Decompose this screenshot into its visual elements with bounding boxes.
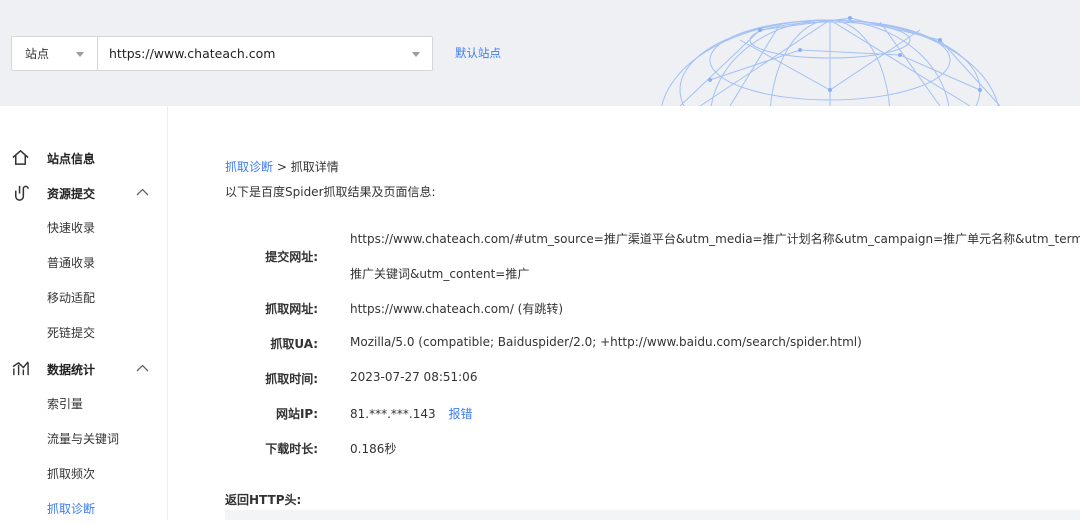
sidebar-item-label: 资源提交 bbox=[47, 186, 96, 201]
crawled-url-label: 抓取网址: bbox=[265, 302, 318, 316]
globe-network-decoration bbox=[661, 16, 1001, 106]
http-header-box bbox=[225, 510, 1080, 520]
site-selector[interactable]: 站点 https://www.chateach.com bbox=[11, 36, 433, 71]
breadcrumb-separator: > bbox=[276, 160, 287, 174]
sidebar-item-label: 移动适配 bbox=[47, 290, 96, 305]
site-type-dropdown[interactable]: 站点 bbox=[12, 37, 98, 70]
home-icon bbox=[12, 149, 29, 165]
site-ip-value: 81.***.***.143 bbox=[350, 407, 436, 421]
sidebar-item-dead-link[interactable]: 死链提交 bbox=[0, 317, 168, 347]
sidebar: 站点信息 资源提交 快速收录 普通收录 移动适配 死链提交 数据统计 索引量 流… bbox=[0, 106, 168, 520]
stats-chart-icon bbox=[12, 361, 29, 376]
main-content: 抓取诊断 > 抓取详情 以下是百度Spider抓取结果及页面信息: 提交网址: … bbox=[169, 106, 1080, 520]
chevron-up-icon[interactable] bbox=[136, 187, 149, 197]
submitted-url-label: 提交网址: bbox=[265, 250, 318, 264]
sidebar-item-label: 站点信息 bbox=[47, 151, 96, 166]
report-error-link[interactable]: 报错 bbox=[448, 407, 472, 421]
crawl-ua-label: 抓取UA: bbox=[270, 337, 318, 351]
sidebar-item-label: 普通收录 bbox=[47, 255, 96, 270]
submitted-url-value-line1: https://www.chateach.com/#utm_source=推广渠… bbox=[350, 232, 1080, 246]
crawl-ua-value: Mozilla/5.0 (compatible; Baiduspider/2.0… bbox=[350, 335, 862, 349]
site-ip-row: 81.***.***.143 报错 bbox=[350, 405, 472, 422]
sidebar-item-data-stats[interactable]: 数据统计 bbox=[0, 354, 168, 384]
sidebar-item-crawl-diagnosis[interactable]: 抓取诊断 bbox=[0, 493, 168, 523]
download-duration-label: 下载时长: bbox=[265, 442, 318, 456]
breadcrumb-current: 抓取详情 bbox=[290, 160, 339, 174]
crawled-url-value: https://www.chateach.com/ (有跳转) bbox=[350, 302, 564, 316]
sidebar-item-traffic-keywords[interactable]: 流量与关键词 bbox=[0, 423, 168, 453]
site-url-value: https://www.chateach.com bbox=[109, 46, 276, 61]
resource-submit-icon bbox=[14, 185, 29, 201]
sidebar-item-label: 数据统计 bbox=[47, 362, 96, 377]
caret-down-icon bbox=[76, 52, 84, 57]
sidebar-item-label: 抓取诊断 bbox=[47, 501, 96, 516]
sidebar-item-label: 死链提交 bbox=[47, 325, 96, 340]
sidebar-item-label: 索引量 bbox=[47, 396, 84, 411]
sidebar-item-label: 流量与关键词 bbox=[47, 431, 120, 446]
chevron-up-icon[interactable] bbox=[136, 363, 149, 373]
sidebar-item-quick-index[interactable]: 快速收录 bbox=[0, 212, 168, 242]
crawl-time-value: 2023-07-27 08:51:06 bbox=[350, 370, 478, 384]
sidebar-item-normal-index[interactable]: 普通收录 bbox=[0, 247, 168, 277]
intro-text: 以下是百度Spider抓取结果及页面信息: bbox=[225, 185, 436, 199]
top-bar: 站点 https://www.chateach.com 默认站点 bbox=[0, 0, 1080, 106]
default-site-link[interactable]: 默认站点 bbox=[455, 45, 501, 61]
breadcrumb-link-crawl-diagnosis[interactable]: 抓取诊断 bbox=[225, 160, 273, 174]
sidebar-item-mobile-adapt[interactable]: 移动适配 bbox=[0, 282, 168, 312]
sidebar-item-crawl-frequency[interactable]: 抓取频次 bbox=[0, 458, 168, 488]
sidebar-item-resource-submit[interactable]: 资源提交 bbox=[0, 178, 168, 208]
sidebar-item-index-volume[interactable]: 索引量 bbox=[0, 388, 168, 418]
submitted-url-value-line2: 推广关键词&utm_content=推广 bbox=[350, 267, 530, 281]
crawl-time-label: 抓取时间: bbox=[265, 372, 318, 386]
sidebar-item-site-info[interactable]: 站点信息 bbox=[0, 143, 168, 173]
site-type-label: 站点 bbox=[25, 47, 50, 61]
caret-down-icon bbox=[412, 52, 420, 57]
site-url-dropdown[interactable]: https://www.chateach.com bbox=[98, 37, 432, 70]
sidebar-item-label: 抓取频次 bbox=[47, 466, 96, 481]
sidebar-item-label: 快速收录 bbox=[47, 220, 96, 235]
download-duration-value: 0.186秒 bbox=[350, 442, 397, 456]
http-header-title: 返回HTTP头: bbox=[225, 493, 302, 507]
breadcrumb: 抓取诊断 > 抓取详情 bbox=[225, 158, 339, 175]
site-ip-label: 网站IP: bbox=[275, 407, 318, 421]
